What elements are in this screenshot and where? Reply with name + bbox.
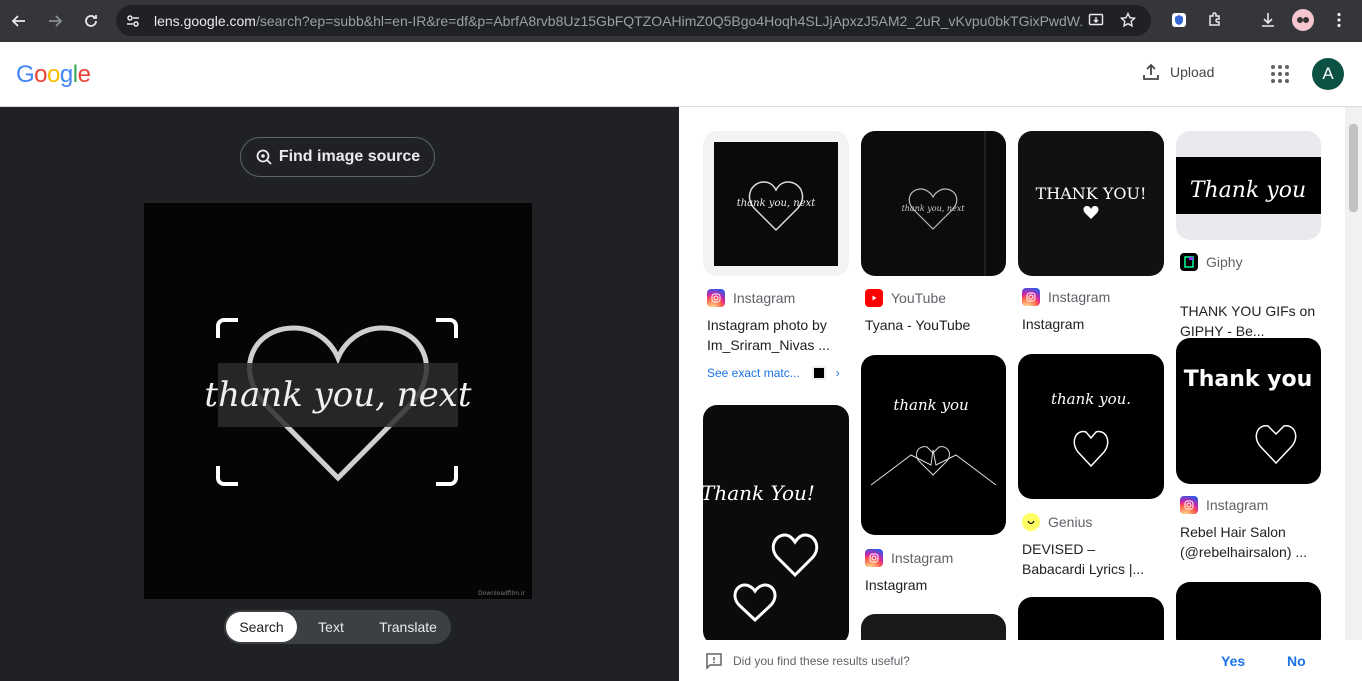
browser-toolbar: lens.google.com/search?ep=subb&hl=en-IR&… xyxy=(0,0,1362,42)
thumb-text: Thank You! xyxy=(703,481,815,505)
feedback-no-button[interactable]: No xyxy=(1287,653,1306,669)
upload-icon xyxy=(1143,63,1159,80)
feedback-question: Did you find these results useful? xyxy=(733,653,910,668)
result-source: Instagram xyxy=(1180,496,1268,514)
url-host: lens.google.com xyxy=(154,12,256,29)
lens-mode-tabs: Search Text Translate xyxy=(224,610,451,644)
account-avatar[interactable]: A xyxy=(1312,58,1344,90)
extensions-puzzle-icon[interactable] xyxy=(1204,9,1226,31)
result-source: YouTube xyxy=(865,289,946,307)
exact-match-thumb xyxy=(811,366,826,380)
google-apps-icon[interactable] xyxy=(1270,64,1290,84)
result-thumbnail[interactable]: Thank you xyxy=(1176,338,1321,484)
giphy-icon xyxy=(1180,253,1198,271)
install-icon[interactable] xyxy=(1087,11,1105,29)
lens-search-icon xyxy=(256,149,272,165)
result-title[interactable]: THANK YOU GIFs on GIPHY - Be... xyxy=(1180,301,1320,341)
result-thumbnail[interactable]: thank you, next xyxy=(861,131,1006,276)
instagram-icon xyxy=(1180,496,1198,514)
upload-label: Upload xyxy=(1170,64,1215,80)
back-icon[interactable] xyxy=(8,10,30,32)
feedback-icon xyxy=(706,652,722,670)
thumb-text: thank you xyxy=(893,396,968,414)
result-thumbnail[interactable]: thank you xyxy=(861,355,1006,535)
thumb-text: thank you, next xyxy=(737,198,817,209)
extension-shield-icon[interactable] xyxy=(1168,9,1190,31)
result-source: Giphy xyxy=(1180,253,1243,271)
instagram-icon xyxy=(1022,288,1040,306)
tab-translate[interactable]: Translate xyxy=(365,612,451,642)
preview-text: thank you, next xyxy=(204,375,472,415)
upload-button[interactable]: Upload xyxy=(1141,62,1214,82)
url-text: lens.google.com/search?ep=subb&hl=en-IR&… xyxy=(154,13,1084,29)
menu-kebab-icon[interactable] xyxy=(1328,9,1350,31)
result-source: Instagram xyxy=(707,289,795,307)
result-title[interactable]: Instagram xyxy=(865,575,1005,595)
google-header: Google Upload A xyxy=(0,42,1362,107)
forward-icon[interactable] xyxy=(44,10,66,32)
scrollbar-thumb[interactable] xyxy=(1349,124,1358,212)
find-image-source-button[interactable]: Find image source xyxy=(240,137,435,177)
result-thumbnail[interactable]: thank you, next xyxy=(703,131,849,276)
instagram-icon xyxy=(865,549,883,567)
result-source-name: YouTube xyxy=(891,290,947,306)
result-title[interactable]: Instagram photo by Im_Sriram_Nivas ... xyxy=(707,315,847,355)
result-source-name: Instagram xyxy=(733,290,796,306)
thumb-text: thank you. xyxy=(1051,390,1131,408)
tab-search[interactable]: Search xyxy=(226,612,297,642)
results-scrollbar[interactable] xyxy=(1345,107,1362,640)
thumb-text: Thank you xyxy=(1184,367,1313,392)
feedback-bar: Did you find these results useful? Yes N… xyxy=(679,640,1362,681)
find-image-source-label: Find image source xyxy=(278,148,421,165)
result-title[interactable]: Rebel Hair Salon (@rebelhairsalon) ... xyxy=(1180,522,1320,562)
query-image[interactable]: thank you, next Downloadfilm.ir xyxy=(144,203,532,599)
url-path: /search?ep=subb&hl=en-IR&re=df&p=AbrfA8r… xyxy=(255,12,1084,29)
result-source-name: Instagram xyxy=(1048,289,1111,305)
address-bar[interactable]: lens.google.com/search?ep=subb&hl=en-IR&… xyxy=(116,5,1151,36)
thumb-text: thank you, next xyxy=(902,204,966,213)
instagram-icon xyxy=(707,289,725,307)
result-source: Instagram xyxy=(865,549,953,567)
result-title[interactable]: DEVISED – Babacardi Lyrics |... xyxy=(1022,539,1162,579)
result-source-name: Instagram xyxy=(891,550,954,566)
visual-matches-panel: thank you, next Instagram Instagram phot… xyxy=(679,107,1362,681)
preview-watermark: Downloadfilm.ir xyxy=(478,590,526,597)
tab-text[interactable]: Text xyxy=(297,612,365,642)
youtube-icon xyxy=(865,289,883,307)
download-icon[interactable] xyxy=(1257,9,1279,31)
lens-image-panel: Find image source thank you, next Downlo… xyxy=(0,107,679,681)
thumb-text: THANK YOU! xyxy=(1036,184,1147,203)
feedback-yes-button[interactable]: Yes xyxy=(1221,653,1245,669)
bookmark-star-icon[interactable] xyxy=(1119,11,1137,29)
result-source-name: Instagram xyxy=(1206,497,1269,513)
see-exact-matches-link[interactable]: See exact matc... › xyxy=(707,366,847,380)
reload-icon[interactable] xyxy=(80,10,102,32)
result-title[interactable]: Instagram xyxy=(1022,314,1162,334)
result-thumbnail[interactable]: Thank You! xyxy=(703,405,849,645)
genius-icon xyxy=(1022,513,1040,531)
result-thumbnail[interactable]: THANK YOU! xyxy=(1018,131,1164,276)
chevron-right-icon: › xyxy=(835,366,840,380)
result-thumbnail[interactable]: thank you. xyxy=(1018,354,1164,499)
result-source-name: Giphy xyxy=(1206,254,1243,270)
result-thumbnail[interactable]: Thank you xyxy=(1176,131,1321,240)
thumb-text: Thank you xyxy=(1190,178,1306,203)
result-source-name: Genius xyxy=(1048,514,1093,530)
result-source: Genius xyxy=(1022,513,1092,531)
profile-icon[interactable] xyxy=(1292,9,1314,31)
see-exact-matches-label: See exact matc... xyxy=(707,366,800,380)
result-title[interactable]: Tyana - YouTube xyxy=(865,315,1005,335)
site-info-icon[interactable] xyxy=(124,12,142,30)
google-logo[interactable]: Google xyxy=(16,61,91,89)
result-source: Instagram xyxy=(1022,288,1110,306)
